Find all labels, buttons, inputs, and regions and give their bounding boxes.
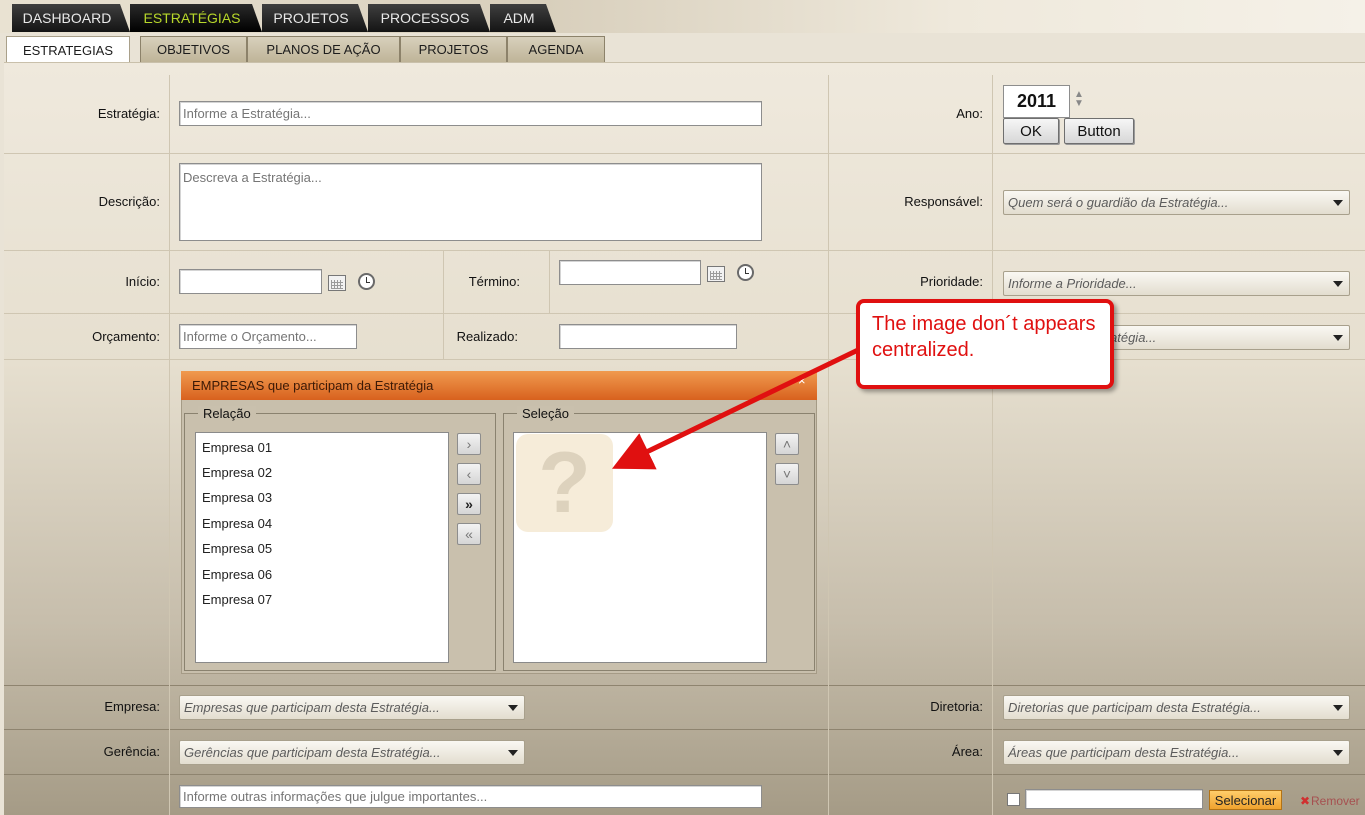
subtab-planos-de-acao[interactable]: PLANOS DE AÇÃO xyxy=(247,36,400,62)
combo-text: Diretorias que participam desta Estratég… xyxy=(1008,700,1261,715)
tab-projetos[interactable]: PROJETOS xyxy=(262,4,368,32)
empresa-label: Empresa: xyxy=(104,699,160,714)
area-combo[interactable]: Áreas que participam desta Estratégia... xyxy=(1003,740,1350,765)
combo-text: Quem será o guardião da Estratégia... xyxy=(1008,195,1229,210)
prioridade-label: Prioridade: xyxy=(920,274,983,289)
diretoria-combo[interactable]: Diretorias que participam desta Estratég… xyxy=(1003,695,1350,720)
estrategia-input[interactable] xyxy=(179,101,762,126)
responsavel-combo[interactable]: Quem será o guardião da Estratégia... xyxy=(1003,190,1350,215)
subtab-objetivos[interactable]: OBJETIVOS xyxy=(140,36,247,62)
list-item[interactable]: Empresa 07 xyxy=(202,592,272,608)
outras-informacoes-input[interactable] xyxy=(179,785,762,808)
diretoria-label: Diretoria: xyxy=(930,699,983,714)
chevron-down-icon xyxy=(508,705,518,711)
responsavel-label: Responsável: xyxy=(904,194,983,209)
row-divider xyxy=(4,153,1365,154)
chevron-down-icon xyxy=(1333,705,1343,711)
chevron-down-icon xyxy=(1333,281,1343,287)
descricao-label: Descrição: xyxy=(98,194,160,209)
combo-text: atégia... xyxy=(1110,330,1157,345)
row-divider xyxy=(4,685,1365,686)
ok-button[interactable]: OK xyxy=(1003,118,1059,144)
list-item[interactable]: Empresa 06 xyxy=(202,567,272,583)
gerencia-combo[interactable]: Gerências que participam desta Estratégi… xyxy=(179,740,525,765)
column-divider xyxy=(549,251,550,313)
column-divider xyxy=(169,75,170,815)
termino-label: Término: xyxy=(468,274,520,289)
move-all-right-button[interactable]: » xyxy=(457,493,481,515)
chevron-down-icon xyxy=(1333,200,1343,206)
combo-text: Áreas que participam desta Estratégia... xyxy=(1008,745,1240,760)
remove-icon: ✖ xyxy=(1300,794,1311,808)
list-item[interactable]: Empresa 05 xyxy=(202,541,272,557)
inicio-date-input[interactable] xyxy=(179,269,322,294)
annotation-arrow xyxy=(611,347,860,470)
calendar-icon[interactable] xyxy=(707,266,725,282)
generic-button[interactable]: Button xyxy=(1064,118,1134,144)
orcamento-label: Orçamento: xyxy=(92,329,160,344)
tab-estrategias[interactable]: ESTRATÉGIAS xyxy=(130,4,262,32)
selecionar-button[interactable]: Selecionar xyxy=(1209,790,1282,810)
selecao-legend: Seleção xyxy=(517,406,574,422)
missing-image-icon: ? xyxy=(516,434,613,532)
chevron-down-icon xyxy=(1333,335,1343,341)
estrategia-label: Estratégia: xyxy=(97,106,160,121)
area-label: Área: xyxy=(951,744,983,759)
tab-adm[interactable]: ADM xyxy=(490,4,556,32)
select-checkbox[interactable] xyxy=(1007,793,1020,806)
combo-text: Informe a Prioridade... xyxy=(1008,276,1137,291)
subtab-estrategias[interactable]: ESTRATEGIAS xyxy=(6,36,130,63)
clock-icon[interactable] xyxy=(358,273,375,290)
list-item[interactable]: Empresa 03 xyxy=(202,490,272,506)
relacao-legend: Relação xyxy=(198,406,256,422)
combo-text: Empresas que participam desta Estratégia… xyxy=(184,700,440,715)
row-divider xyxy=(4,729,1365,730)
list-item[interactable]: Empresa 04 xyxy=(202,516,272,532)
empresa-combo[interactable]: Empresas que participam desta Estratégia… xyxy=(179,695,525,720)
realizado-label: Realizado: xyxy=(456,329,518,344)
row-divider xyxy=(4,774,1365,775)
tab-dashboard[interactable]: DASHBOARD xyxy=(12,4,130,32)
row-divider xyxy=(4,313,1365,314)
annotation-callout: The image don´t appears centralized. xyxy=(856,299,1114,389)
combo-text: Gerências que participam desta Estratégi… xyxy=(184,745,441,760)
gerencia-label: Gerência: xyxy=(103,744,160,759)
calendar-icon[interactable] xyxy=(328,275,346,291)
row-divider xyxy=(4,250,1365,251)
move-all-left-button[interactable]: « xyxy=(457,523,481,545)
move-right-button[interactable]: › xyxy=(457,433,481,455)
chevron-down-icon xyxy=(508,750,518,756)
move-left-button[interactable]: ‹ xyxy=(457,463,481,485)
spinner-arrows-icon[interactable]: ▲ ▼ xyxy=(1074,90,1084,109)
remover-link[interactable]: Remover xyxy=(1311,794,1360,808)
list-item[interactable]: Empresa 02 xyxy=(202,465,272,481)
ano-spinner-input[interactable]: 2011 xyxy=(1003,85,1070,118)
inicio-label: Início: xyxy=(125,274,160,289)
file-name-input[interactable] xyxy=(1025,789,1203,809)
tab-processos[interactable]: PROCESSOS xyxy=(368,4,490,32)
termino-date-input[interactable] xyxy=(559,260,701,285)
subtab-agenda[interactable]: AGENDA xyxy=(507,36,605,62)
column-divider xyxy=(992,75,993,815)
list-item[interactable]: Empresa 01 xyxy=(202,440,272,456)
clock-icon[interactable] xyxy=(737,264,754,281)
descricao-textarea[interactable] xyxy=(179,163,762,241)
prioridade-combo[interactable]: Informe a Prioridade... xyxy=(1003,271,1350,296)
chevron-down-icon xyxy=(1333,750,1343,756)
orcamento-input[interactable] xyxy=(179,324,357,349)
ano-label: Ano: xyxy=(956,106,983,121)
subtab-projetos[interactable]: PROJETOS xyxy=(400,36,507,62)
